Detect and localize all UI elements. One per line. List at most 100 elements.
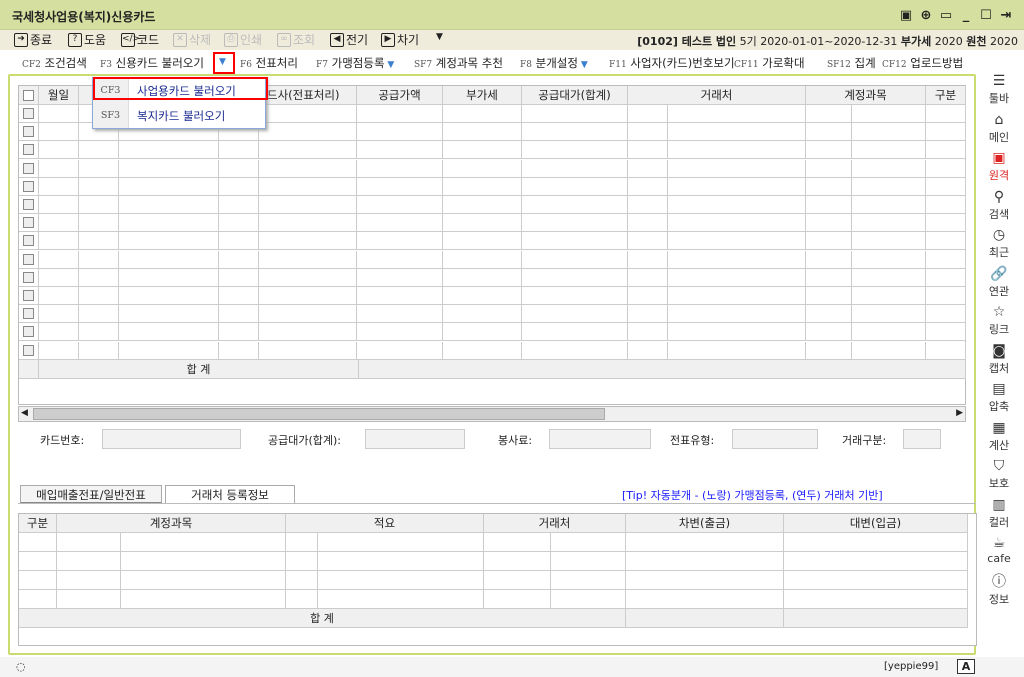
grid-cell[interactable] <box>806 232 852 251</box>
column-header[interactable]: 구분 <box>19 514 57 533</box>
grid-cell[interactable] <box>19 571 57 590</box>
grid-cell[interactable] <box>806 250 852 269</box>
grid-cell[interactable] <box>852 287 926 305</box>
zoom-icon[interactable]: ⊕ <box>918 8 934 23</box>
grid-cell[interactable] <box>39 341 79 360</box>
column-header[interactable]: 계정과목 <box>806 86 926 105</box>
table-row[interactable] <box>19 232 966 251</box>
grid-cell[interactable] <box>926 196 966 214</box>
grid-cell[interactable] <box>806 214 852 233</box>
grid-cell[interactable] <box>39 305 79 324</box>
grid-cell[interactable] <box>219 305 259 324</box>
grid-cell[interactable] <box>79 250 119 269</box>
grid-cell[interactable] <box>926 141 966 160</box>
grid-cell[interactable] <box>926 159 966 178</box>
grid-cell[interactable] <box>852 305 926 324</box>
grid-cell[interactable] <box>628 105 668 123</box>
grid-cell[interactable] <box>668 141 806 160</box>
grid-cell[interactable] <box>852 250 926 269</box>
grid-cell[interactable] <box>443 196 522 214</box>
grid-cell[interactable] <box>357 250 443 269</box>
grid-cell[interactable] <box>259 250 357 269</box>
table-row[interactable] <box>19 552 968 571</box>
grid-cell[interactable] <box>806 141 852 160</box>
grid-cell[interactable] <box>522 232 628 251</box>
grid-cell[interactable] <box>219 214 259 233</box>
grid-cell[interactable] <box>806 268 852 287</box>
dropdown-arrow-icon[interactable]: ▼ <box>385 60 394 70</box>
row-checkbox[interactable] <box>23 344 34 356</box>
column-header[interactable]: 구분 <box>926 86 966 105</box>
fkey-f3[interactable]: F3 신용카드 불러오기 <box>100 55 204 71</box>
menu-item-welfare-card[interactable]: SF3 복지카드 불러오기 <box>93 103 265 128</box>
grid-cell[interactable] <box>628 323 668 342</box>
tab-slip[interactable]: 매입매출전표/일반전표 <box>20 485 162 504</box>
grid-cell[interactable] <box>443 268 522 287</box>
grid-cell[interactable] <box>57 571 121 590</box>
grid-cell[interactable] <box>79 323 119 342</box>
grid-cell[interactable] <box>522 123 628 142</box>
toolbar-delete-button[interactable]: ✕ 삭제 <box>173 32 211 48</box>
table-row[interactable] <box>19 159 966 178</box>
toolbar-prev-button[interactable]: ◀ 전기 <box>330 32 368 48</box>
grid-cell[interactable] <box>119 177 219 196</box>
grid-cell[interactable] <box>318 571 484 590</box>
grid-cell[interactable] <box>628 159 668 178</box>
grid-cell[interactable] <box>668 214 806 233</box>
grid-cell[interactable] <box>357 214 443 233</box>
grid-cell[interactable] <box>852 268 926 287</box>
grid-cell[interactable] <box>668 250 806 269</box>
grid-cell[interactable] <box>318 590 484 609</box>
grid-cell[interactable] <box>806 159 852 178</box>
grid-cell[interactable] <box>522 196 628 214</box>
grid-cell[interactable] <box>119 196 219 214</box>
sidebar-item-link[interactable]: 🔗 연관 <box>982 265 1016 299</box>
dropdown-toggle-highlight[interactable]: ▼ <box>213 52 235 74</box>
grid-cell[interactable] <box>668 177 806 196</box>
grid-cell[interactable] <box>806 341 852 360</box>
grid-cell[interactable] <box>926 341 966 360</box>
total-field[interactable] <box>365 429 465 449</box>
toolbar-exit-button[interactable]: ➜ 종료 <box>14 32 52 48</box>
grid-cell[interactable] <box>79 232 119 251</box>
grid-cell[interactable] <box>57 552 121 571</box>
grid-cell[interactable] <box>357 141 443 160</box>
grid-cell[interactable] <box>19 552 57 571</box>
chat-icon[interactable]: ◌ <box>16 660 26 673</box>
grid-cell[interactable] <box>219 268 259 287</box>
grid-cell[interactable] <box>522 214 628 233</box>
grid-cell[interactable] <box>628 141 668 160</box>
table-row[interactable] <box>19 571 968 590</box>
grid-cell[interactable] <box>119 268 219 287</box>
table-row[interactable] <box>19 214 966 233</box>
grid-cell[interactable] <box>259 305 357 324</box>
grid-cell[interactable] <box>668 268 806 287</box>
grid-cell[interactable] <box>219 341 259 360</box>
grid-cell[interactable] <box>806 323 852 342</box>
grid-cell[interactable] <box>357 341 443 360</box>
grid-cell[interactable] <box>119 232 219 251</box>
grid-cell[interactable] <box>443 177 522 196</box>
grid-cell[interactable] <box>852 141 926 160</box>
scroll-right-icon[interactable]: ▶ <box>956 408 963 418</box>
grid-cell[interactable] <box>551 533 626 552</box>
fkey-sf7[interactable]: SF7 계정과목 추천 <box>414 55 503 71</box>
grid-cell[interactable] <box>443 287 522 305</box>
toolbar-help-button[interactable]: ? 도움 <box>68 32 106 48</box>
grid-cell[interactable] <box>443 141 522 160</box>
grid-cell[interactable] <box>357 159 443 178</box>
fkey-cf11[interactable]: CF11 가로확대 <box>734 55 805 71</box>
grid-cell[interactable] <box>39 177 79 196</box>
column-header[interactable]: 공급가액 <box>357 86 443 105</box>
grid-cell[interactable] <box>119 323 219 342</box>
fkey-f8[interactable]: F8 분개설정 ▼ <box>520 55 588 71</box>
grid-cell[interactable] <box>522 323 628 342</box>
sidebar-item-remote[interactable]: ▣ 원격 <box>982 149 1016 183</box>
row-checkbox[interactable] <box>23 144 34 156</box>
grid-cell[interactable] <box>219 323 259 342</box>
grid-cell[interactable] <box>357 268 443 287</box>
grid-cell[interactable] <box>484 533 551 552</box>
grid-cell[interactable] <box>119 341 219 360</box>
grid-cell[interactable] <box>121 571 286 590</box>
grid-cell[interactable] <box>39 323 79 342</box>
